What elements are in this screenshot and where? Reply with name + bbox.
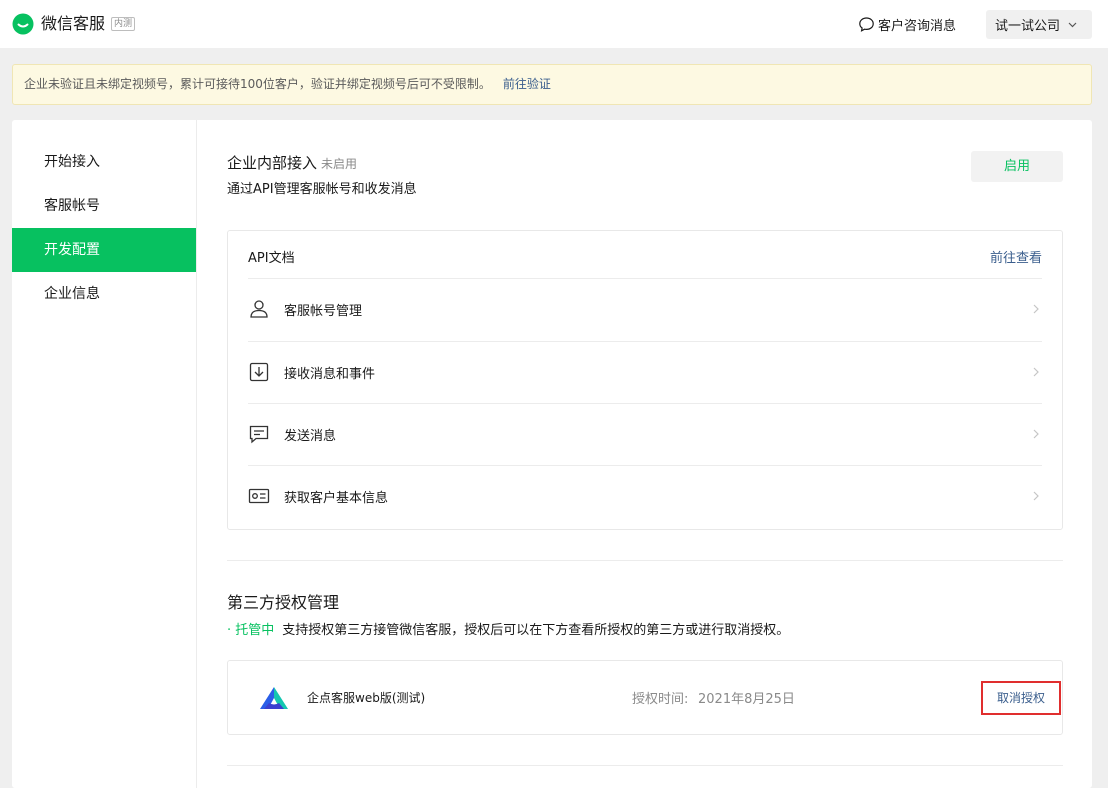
- chevron-right-icon: [1033, 429, 1039, 439]
- third-party-desc: 支持授权第三方接管微信客服，授权后可以在下方查看所授权的第三方或进行取消授权。: [282, 623, 790, 638]
- divider: [248, 465, 1042, 466]
- user-icon: [250, 300, 268, 318]
- chat-bubble-icon: [859, 16, 874, 32]
- top-bar: 微信客服 内测 客户咨询消息 试一试公司: [0, 0, 1108, 48]
- chevron-right-icon: [1033, 367, 1039, 377]
- divider: [248, 341, 1042, 342]
- sidebar-item-company-info[interactable]: 企业信息: [12, 272, 196, 316]
- chevron-down-icon: [1068, 22, 1077, 28]
- sidebar: 开始接入 客服帐号 开发配置 企业信息: [12, 140, 196, 316]
- content-panel: 企业内部接入 未启用 通过API管理客服帐号和收发消息 启用 API文档 前往查看…: [196, 120, 1092, 788]
- api-item-label: 获取客户基本信息: [284, 490, 389, 506]
- section-divider: [227, 560, 1063, 561]
- api-item-label: 发送消息: [284, 428, 337, 444]
- api-docs-view-link[interactable]: 前往查看: [990, 247, 1042, 266]
- third-party-desc-line: · 托管中 支持授权第三方接管微信客服，授权后可以在下方查看所授权的第三方或进行取…: [227, 622, 789, 640]
- api-docs-panel: API文档 前往查看 客服帐号管理 接收消息和事件 发送消息 获取客户基本信息: [227, 230, 1063, 530]
- api-item-label: 客服帐号管理: [284, 303, 363, 319]
- verification-notice: 企业未验证且未绑定视频号，累计可接待100位客户，验证并绑定视频号后可不受限制。…: [12, 64, 1092, 105]
- internal-access-title-text: 企业内部接入: [227, 154, 318, 172]
- sidebar-item-dev-config[interactable]: 开发配置: [12, 228, 196, 272]
- internal-access-status: 未启用: [321, 157, 358, 171]
- internal-access-desc: 通过API管理客服帐号和收发消息: [227, 182, 417, 197]
- company-select[interactable]: 试一试公司: [986, 10, 1092, 39]
- internal-access-title: 企业内部接入 未启用: [227, 153, 357, 174]
- api-item-account-management[interactable]: 客服帐号管理: [248, 289, 1042, 329]
- notice-text: 企业未验证且未绑定视频号，累计可接待100位客户，验证并绑定视频号后可不受限制。: [24, 77, 491, 91]
- section-divider: [227, 765, 1063, 766]
- customer-consult-link[interactable]: 客户咨询消息: [858, 14, 956, 34]
- auth-time-label: 授权时间:: [632, 692, 689, 707]
- main-card: 开始接入 客服帐号 开发配置 企业信息 企业内部接入 未启用 通过API管理客服帐…: [12, 120, 1092, 788]
- third-party-title: 第三方授权管理: [227, 593, 340, 612]
- company-name: 试一试公司: [995, 19, 1061, 34]
- enable-button[interactable]: 启用: [971, 151, 1063, 182]
- api-item-label: 接收消息和事件: [284, 366, 376, 382]
- divider: [248, 278, 1042, 279]
- sidebar-item-getting-started[interactable]: 开始接入: [12, 140, 196, 184]
- customer-consult-label: 客户咨询消息: [878, 18, 957, 34]
- message-icon: [249, 425, 269, 444]
- beta-badge: 内测: [111, 17, 136, 31]
- third-party-name: 企点客服web版(测试): [307, 691, 426, 705]
- wechat-kefu-logo-icon: [12, 13, 34, 35]
- api-docs-header: API文档: [248, 251, 295, 266]
- api-item-receive-messages[interactable]: 接收消息和事件: [248, 352, 1042, 392]
- api-item-send-messages[interactable]: 发送消息: [248, 414, 1042, 454]
- qidian-logo-icon: [260, 687, 288, 709]
- app-title: 微信客服: [41, 14, 106, 33]
- sidebar-item-accounts[interactable]: 客服帐号: [12, 184, 196, 228]
- third-party-entry: 企点客服web版(测试) 授权时间: 2021年8月25日 取消授权: [227, 660, 1063, 735]
- id-card-icon: [248, 488, 270, 504]
- third-party-status: · 托管中: [227, 623, 275, 638]
- revoke-authorization-button[interactable]: 取消授权: [981, 681, 1061, 715]
- chevron-right-icon: [1033, 491, 1039, 501]
- api-item-customer-info[interactable]: 获取客户基本信息: [248, 476, 1042, 516]
- divider: [248, 403, 1042, 404]
- chevron-right-icon: [1033, 304, 1039, 314]
- auth-time-value: 2021年8月25日: [698, 692, 795, 707]
- verify-link[interactable]: 前往验证: [503, 77, 551, 91]
- download-box-icon: [249, 362, 269, 382]
